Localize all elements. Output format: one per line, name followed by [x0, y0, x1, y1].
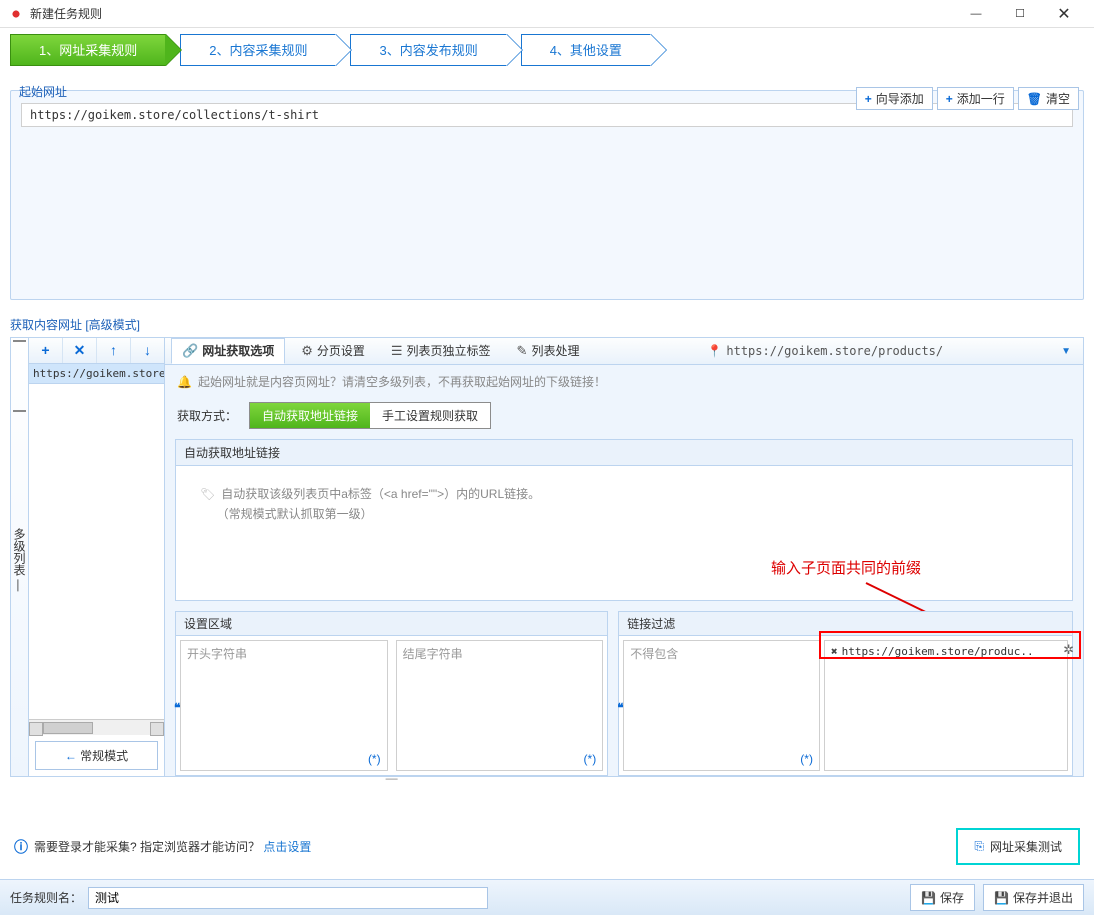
level-list-toolbar: + ✕ ↑ ↓ [29, 338, 164, 364]
highlight-box [819, 631, 1081, 659]
rule-name-input[interactable] [88, 887, 488, 909]
footer-info-row: ⓘ 需要登录才能采集? 指定浏览器才能访问？ 点击设置 ⎘ 网址采集测试 [0, 822, 1094, 871]
rule-name-label: 任务规则名： [10, 889, 82, 906]
tab-list-tags[interactable]: ☰列表页独立标签 [381, 338, 501, 364]
plus-icon: + [865, 92, 872, 106]
setting-area-group: 设置区域 ❝ 开头字符串 (*) — 结尾字符串 (*) [175, 611, 608, 776]
plus-icon: + [946, 92, 953, 106]
window-title: 新建任务规则 [30, 5, 954, 22]
wildcard-button[interactable]: (*) [584, 752, 597, 766]
wildcard-button[interactable]: (*) [368, 752, 381, 766]
click-settings-link[interactable]: 点击设置 [263, 838, 311, 855]
add-level-button[interactable]: + [29, 338, 63, 363]
start-url-toolbar: +向导添加 +添加一行 🗑清空 [856, 87, 1079, 110]
end-string-box[interactable]: 结尾字符串 (*) [396, 640, 604, 771]
setting-area-header: 设置区域 [176, 612, 607, 636]
start-url-label: 起始网址 [19, 83, 67, 100]
annotation-text: 输入子页面共同的前缀 [771, 556, 921, 582]
auto-mode-button[interactable]: 自动获取地址链接 [250, 403, 370, 428]
auto-link-body: 🏷自动获取该级列表页中a标签（<a href="">）内的URL链接。 （常规模… [176, 466, 1072, 600]
h-scrollbar[interactable] [29, 719, 164, 735]
normal-mode-button[interactable]: 常规模式 [35, 741, 158, 770]
start-string-box[interactable]: 开头字符串 (*) [180, 640, 388, 771]
mode-row: 获取方式： 自动获取地址链接 手工设置规则获取 [165, 398, 1083, 439]
titlebar: 新建任务规则 — ☐ ✕ [0, 0, 1094, 28]
maximize-button[interactable]: ☐ [998, 0, 1042, 28]
tab-list-process[interactable]: ✎列表处理 [507, 338, 590, 364]
not-contain-box[interactable]: 不得包含 (*) [623, 640, 820, 771]
tab-content-rule[interactable]: 2、内容采集规则 [180, 34, 336, 66]
manual-mode-button[interactable]: 手工设置规则获取 [370, 403, 490, 428]
tag-icon: 🏷 [200, 487, 215, 501]
start-url-section: 起始网址 +向导添加 +添加一行 🗑清空 https://goikem.stor… [10, 90, 1084, 300]
app-icon [8, 6, 24, 22]
get-url-label: 获取内容网址 [高级模式] [10, 316, 1094, 333]
move-down-button[interactable]: ↓ [131, 338, 164, 363]
pin-icon: 📍 [707, 344, 722, 358]
tab-url-rule[interactable]: 1、网址采集规则 [10, 34, 166, 66]
pencil-icon: ✎ [517, 338, 528, 364]
trash-icon: 🗑 [1027, 92, 1042, 106]
save-button[interactable]: 💾保存 [910, 884, 975, 911]
gear-icon: ⚙ [301, 338, 313, 364]
level-list-panel: + ✕ ↑ ↓ https://goikem.store/ 常规模式 [29, 338, 165, 776]
mode-label: 获取方式： [177, 407, 237, 424]
export-icon: ⎘ [974, 839, 984, 854]
guide-add-button[interactable]: +向导添加 [856, 87, 933, 110]
wildcard-button[interactable]: (*) [800, 752, 813, 766]
save-exit-icon: 💾 [994, 891, 1009, 905]
tab-paging[interactable]: ⚙分页设置 [291, 338, 375, 364]
add-row-button[interactable]: +添加一行 [937, 87, 1014, 110]
bell-icon: 🔔 [177, 375, 192, 389]
tab-publish-rule[interactable]: 3、内容发布规则 [350, 34, 506, 66]
delete-level-button[interactable]: ✕ [63, 338, 97, 363]
footer-bar: 任务规则名： 💾保存 💾保存并退出 [0, 879, 1094, 915]
move-up-button[interactable]: ↑ [97, 338, 131, 363]
level-item[interactable]: https://goikem.store/ [29, 364, 164, 384]
hint-row: 🔔 起始网址就是内容页网址？请清空多级列表，不再获取起始网址的下级链接！ [165, 365, 1083, 398]
save-exit-button[interactable]: 💾保存并退出 [983, 884, 1084, 911]
multilevel-list-label[interactable]: 多级列表 — [11, 338, 29, 776]
minimize-button[interactable]: — [954, 0, 998, 28]
link-filter-group: 链接过滤 ❝ 不得包含 (*) ✖ https://goikem.store/p… [618, 611, 1073, 776]
auto-link-header: 自动获取地址链接 [176, 440, 1072, 466]
clear-button[interactable]: 🗑清空 [1018, 87, 1079, 110]
list-icon: ☰ [391, 338, 403, 364]
sub-tabs: 🔗网址获取选项 ⚙分页设置 ☰列表页独立标签 ✎列表处理 📍https://go… [165, 338, 1083, 365]
close-button[interactable]: ✕ [1042, 0, 1086, 28]
info-icon: ⓘ [14, 837, 28, 857]
url-collect-test-button[interactable]: ⎘ 网址采集测试 [956, 828, 1080, 865]
mode-button-group: 自动获取地址链接 手工设置规则获取 [249, 402, 491, 429]
filter-settings-icon[interactable]: ✲ [1063, 642, 1074, 658]
filter-url-box[interactable]: ✖ https://goikem.store/produc.. [824, 640, 1068, 771]
wizard-tabs: 1、网址采集规则 2、内容采集规则 3、内容发布规则 4、其他设置 [0, 28, 1094, 72]
dropdown-caret[interactable]: ▼ [1055, 346, 1077, 357]
tab-other-settings[interactable]: 4、其他设置 [521, 34, 651, 66]
auto-link-group: 自动获取地址链接 🏷自动获取该级列表页中a标签（<a href="">）内的UR… [175, 439, 1073, 601]
main-area: 多级列表 — + ✕ ↑ ↓ https://goikem.store/ 常规模… [10, 337, 1084, 777]
bottom-groups: 设置区域 ❝ 开头字符串 (*) — 结尾字符串 (*) 链接过滤 [175, 611, 1073, 776]
tab-url-options[interactable]: 🔗网址获取选项 [171, 338, 285, 364]
url-path-display[interactable]: 📍https://goikem.store/products/ [701, 344, 949, 358]
right-pane: 🔗网址获取选项 ⚙分页设置 ☰列表页独立标签 ✎列表处理 📍https://go… [165, 338, 1083, 776]
link-icon: 🔗 [182, 338, 198, 364]
save-icon: 💾 [921, 891, 936, 905]
